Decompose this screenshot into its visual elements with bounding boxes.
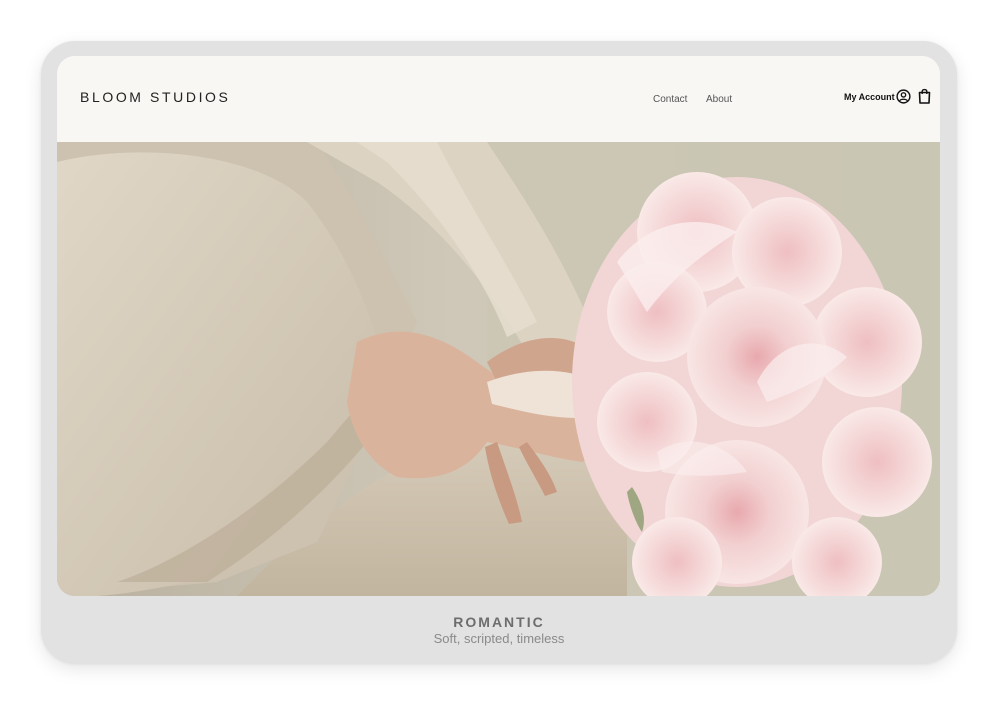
website-screen: BLOOM STUDIOS Contact About My Account xyxy=(57,56,940,596)
nav-link-about[interactable]: About xyxy=(706,94,732,105)
device-frame: BLOOM STUDIOS Contact About My Account R… xyxy=(41,41,957,663)
shopping-bag-icon[interactable] xyxy=(918,88,931,104)
user-circle-icon[interactable] xyxy=(896,89,911,104)
nav-link-contact[interactable]: Contact xyxy=(653,94,687,105)
site-header: BLOOM STUDIOS Contact About My Account xyxy=(57,56,940,142)
style-title: ROMANTIC xyxy=(453,614,545,630)
brand-logo[interactable]: BLOOM STUDIOS xyxy=(80,89,230,105)
hero-image xyxy=(57,142,940,596)
my-account-link[interactable]: My Account xyxy=(844,92,895,102)
style-subtitle: Soft, scripted, timeless xyxy=(433,631,565,646)
